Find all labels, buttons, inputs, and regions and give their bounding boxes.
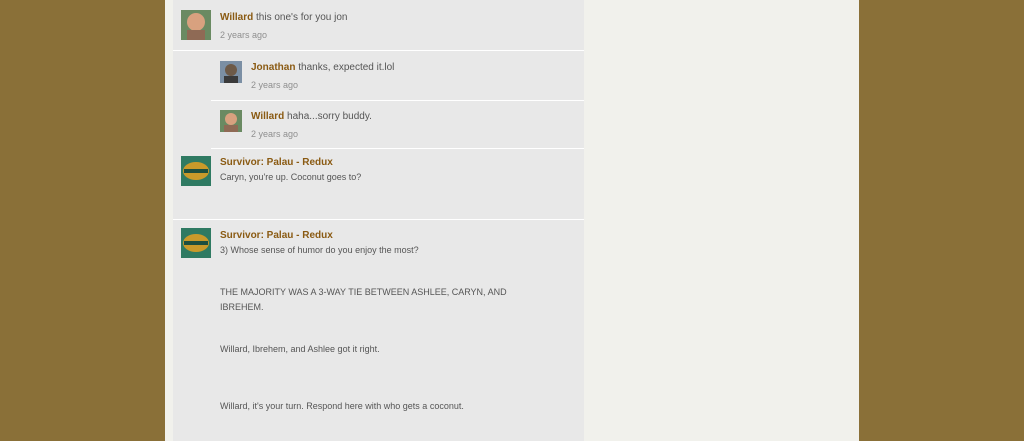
reply-row: Willard haha...sorry buddy. 2 years ago [211,101,584,149]
comment-text: this one's for you jon [256,12,348,23]
comment-text: Caryn, you're up. Coconut goes to? [220,172,362,182]
timestamp[interactable]: 2 years ago [220,30,267,40]
author-link[interactable]: Willard [220,12,253,23]
comment-row: Survivor: Palau - Redux Caryn, you're up… [173,149,584,220]
comment-author-line: Jonathan thanks, expected it.lol [251,62,394,73]
reply-row: Jonathan thanks, expected it.lol 2 years… [211,51,584,101]
author-link[interactable]: Survivor: Palau - Redux [220,157,333,168]
comment-row: Survivor: Palau - Redux 3) Whose sense o… [173,220,584,441]
logo-avatar[interactable] [181,156,211,186]
author-link[interactable]: Jonathan [251,62,295,73]
logo-avatar[interactable] [181,228,211,258]
avatar[interactable] [181,10,211,40]
comment-text: Willard, it's your turn. Respond here wi… [220,401,464,411]
author-link[interactable]: Survivor: Palau - Redux [220,230,333,241]
comment-text: 3) Whose sense of humor do you enjoy the… [220,245,419,255]
comment-row: Willard this one's for you jon 2 years a… [173,0,584,51]
author-link[interactable]: Willard [251,111,284,122]
comment-text: THE MAJORITY WAS A 3-WAY TIE BETWEEN ASH… [220,287,507,297]
comment-text: haha...sorry buddy. [287,111,372,122]
comment-text: Willard, Ibrehem, and Ashlee got it righ… [220,344,380,354]
comments-feed: Willard this one's for you jon 2 years a… [173,0,584,441]
avatar[interactable] [220,61,242,83]
comment-author-line: Willard haha...sorry buddy. [251,111,372,122]
comment-text: IBREHEM. [220,302,264,312]
page-content: Willard this one's for you jon 2 years a… [165,0,859,441]
comment-author-line: Willard this one's for you jon [220,12,347,23]
timestamp[interactable]: 2 years ago [251,129,298,139]
avatar[interactable] [220,110,242,132]
comment-text: thanks, expected it.lol [298,62,395,73]
timestamp[interactable]: 2 years ago [251,80,298,90]
